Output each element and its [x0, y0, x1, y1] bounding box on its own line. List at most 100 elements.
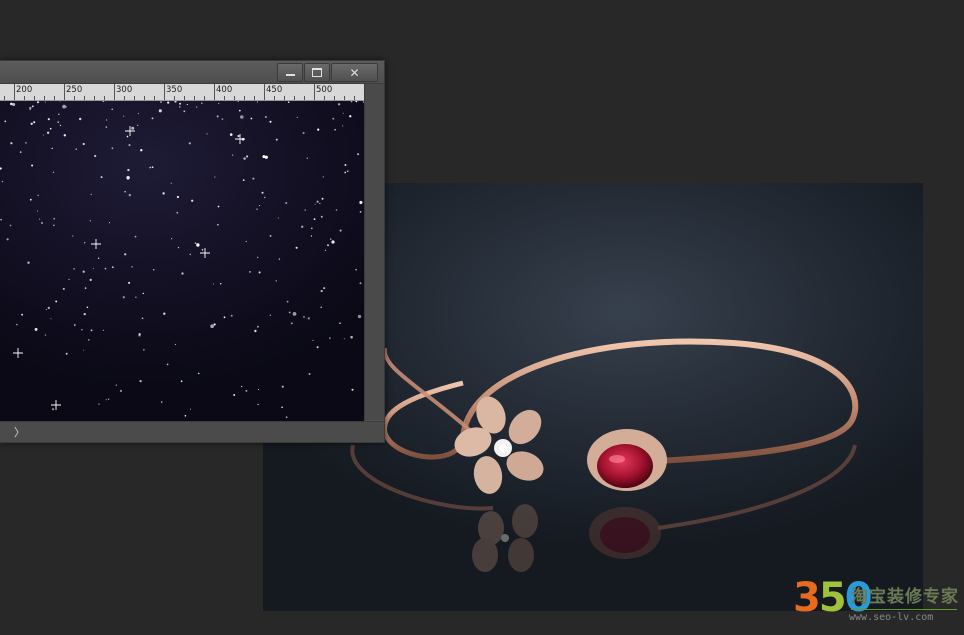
star — [108, 222, 111, 224]
star — [310, 235, 313, 237]
ruler-tick — [24, 96, 25, 100]
sparkle-star — [200, 248, 210, 258]
starfield-canvas[interactable] — [0, 101, 364, 421]
star — [301, 225, 304, 228]
ruler-tick — [194, 96, 195, 100]
star — [312, 339, 314, 341]
star — [12, 102, 16, 107]
star — [39, 218, 41, 220]
star — [316, 200, 319, 203]
star — [212, 283, 215, 285]
ruler-tick — [254, 96, 255, 100]
star — [214, 176, 216, 178]
star — [0, 167, 2, 170]
star — [149, 166, 152, 169]
sparkle-star — [235, 134, 245, 144]
star — [269, 234, 272, 237]
ruler-tick — [104, 96, 105, 100]
watermark-logo: 350 淘宝装修专家 www.seo-lv.com — [793, 576, 963, 632]
ruler-tick — [304, 96, 305, 100]
star — [4, 120, 7, 123]
ruler-tick — [14, 84, 15, 100]
star — [189, 253, 192, 256]
star — [92, 268, 94, 270]
star — [62, 287, 65, 290]
star — [108, 398, 110, 400]
star — [323, 287, 326, 290]
ruler-tick — [154, 96, 155, 100]
star — [250, 117, 253, 120]
star — [135, 296, 137, 299]
document-title-bar[interactable]: ✕ — [0, 61, 384, 84]
star — [334, 128, 336, 131]
document-window[interactable]: ✕ 200 250 300 350 400 450 500 〉 — [0, 60, 385, 443]
star — [72, 235, 74, 237]
star — [191, 199, 194, 202]
star — [131, 266, 133, 268]
star — [128, 281, 131, 284]
status-expand-arrow-icon[interactable]: 〉 — [14, 424, 25, 440]
star — [335, 209, 338, 211]
star — [350, 101, 353, 103]
close-icon: ✕ — [349, 65, 360, 80]
star — [232, 154, 234, 156]
star — [302, 131, 305, 135]
star — [163, 312, 166, 315]
star — [254, 329, 257, 333]
star — [329, 337, 331, 339]
star — [314, 203, 316, 205]
star — [189, 408, 191, 410]
vertical-scrollbar[interactable] — [364, 84, 384, 420]
star — [332, 117, 335, 120]
close-button[interactable]: ✕ — [331, 63, 378, 82]
star — [355, 269, 357, 271]
star — [303, 315, 305, 318]
ruler-tick — [44, 96, 45, 100]
star — [88, 339, 90, 341]
star — [313, 218, 316, 220]
star — [170, 182, 172, 184]
star — [44, 334, 47, 336]
star — [350, 335, 353, 339]
minimize-icon — [285, 74, 295, 76]
star — [138, 334, 141, 337]
star — [142, 292, 144, 295]
maximize-button[interactable] — [304, 63, 330, 82]
star — [59, 124, 62, 127]
star — [19, 151, 22, 153]
star — [249, 271, 251, 273]
star — [241, 385, 243, 388]
star — [167, 101, 170, 104]
minimize-button[interactable] — [277, 63, 303, 82]
star — [45, 309, 47, 311]
star — [50, 318, 52, 320]
star — [186, 103, 188, 106]
ruler-tick — [134, 96, 135, 100]
star — [262, 155, 266, 159]
star — [37, 210, 39, 212]
ruler-tick — [204, 96, 205, 100]
star — [127, 168, 130, 172]
star — [49, 127, 52, 130]
star — [86, 306, 89, 309]
star — [223, 316, 226, 319]
star — [73, 268, 75, 270]
star — [36, 101, 40, 104]
star — [344, 171, 347, 174]
flower-charm — [454, 396, 544, 494]
star — [30, 122, 33, 125]
star — [111, 266, 114, 269]
starfield — [0, 101, 364, 419]
star — [21, 313, 23, 316]
ruby-charm — [587, 429, 667, 491]
star — [31, 105, 34, 108]
watermark-divider — [851, 609, 957, 610]
star — [245, 240, 247, 243]
horizontal-ruler[interactable]: 200 250 300 350 400 450 500 — [0, 84, 364, 101]
star — [100, 176, 103, 179]
star — [281, 385, 284, 388]
star — [320, 289, 323, 293]
star — [83, 349, 85, 351]
star — [218, 102, 220, 105]
star — [29, 198, 32, 201]
